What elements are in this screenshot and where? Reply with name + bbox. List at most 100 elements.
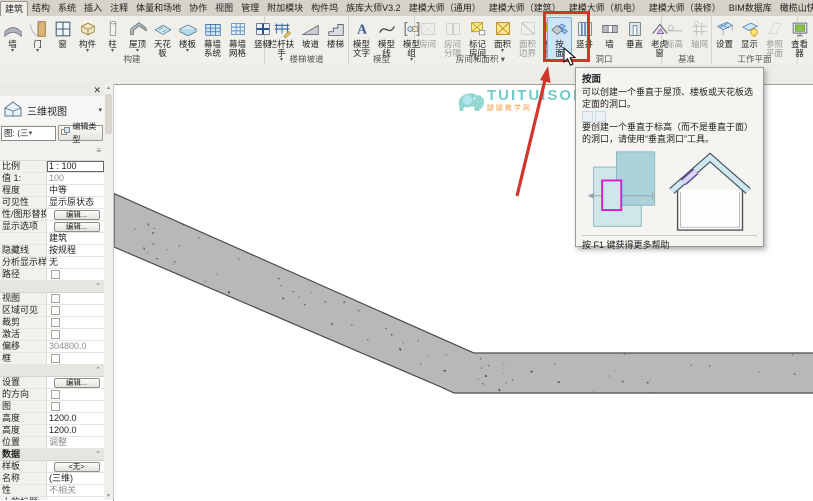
ribbon-tab[interactable]: 管理 — [237, 1, 263, 16]
checkbox[interactable] — [51, 306, 60, 315]
ribbon-tab[interactable]: 建模大师（通用） — [405, 1, 485, 16]
ribbon: 墙 ▾ 门 ▾ 窗构件 ▾ 柱 ▾ 屋顶 ▾ 天花板 楼板 ▾ 幕墙 系统 幕墙 网格 竖梃 构建 栏杆扶手 ▾ 坡道… — [0, 16, 813, 64]
ribbon-tab[interactable]: 视图 — [211, 1, 237, 16]
ribbon-button-window[interactable]: 窗 — [50, 17, 75, 51]
ribbon-group-label-workplane: 工作平面 — [737, 54, 772, 64]
ribbon-tab[interactable]: 构件坞 — [307, 1, 342, 16]
property-section-header[interactable]: ⌃ — [0, 365, 104, 377]
ribbon-button-wall[interactable]: 墙 ▾ — [0, 17, 25, 56]
ribbon-button-label: 设置 — [715, 39, 733, 49]
property-value[interactable]: 编辑... — [47, 221, 104, 232]
checkbox[interactable] — [51, 354, 60, 363]
ribbon-tab[interactable]: 建筑 — [0, 1, 29, 16]
close-icon[interactable]: ✕ — [93, 84, 101, 96]
ribbon-button-grid[interactable]: 轴网 — [687, 17, 712, 51]
checkbox[interactable] — [51, 294, 60, 303]
checkbox[interactable] — [51, 330, 60, 339]
property-value[interactable]: 1 : 100 — [47, 161, 104, 172]
ribbon-button-workplane-set[interactable]: 设置 — [712, 17, 737, 51]
ribbon-tab[interactable]: 结构 — [28, 1, 54, 16]
ribbon-button-label: 垂直 — [625, 39, 643, 49]
ribbon-tab[interactable]: 橄榄山快模-免费版 — [776, 1, 813, 16]
ribbon-tab[interactable]: 插入 — [80, 1, 106, 16]
property-label: 样板 — [0, 461, 47, 472]
ribbon-tab[interactable]: 体量和场地 — [132, 1, 185, 16]
curtain-system-icon — [203, 19, 223, 39]
scroll-down-icon[interactable]: ▼ — [104, 492, 113, 500]
ribbon-tab[interactable]: 附加模块 — [263, 1, 307, 16]
property-label: 视图 — [0, 293, 47, 304]
ribbon-tab[interactable]: 注释 — [106, 1, 132, 16]
property-edit-button[interactable]: 编辑... — [53, 378, 100, 388]
ribbon-button-wall-opening[interactable]: 墙 — [597, 17, 622, 51]
ribbon-tab-bar: 建筑 结构 系统 插入 注释 体量和场地 协作 视图 管理 附加模块 构件坞 族库大师V3.2 建模大师… — [0, 0, 813, 16]
ribbon-button-roof[interactable]: 屋顶 ▾ — [125, 17, 150, 56]
property-value[interactable] — [47, 401, 104, 412]
collapse-icon[interactable]: ⌃ — [95, 281, 104, 292]
ribbon-button-vertical-opening[interactable]: 垂直 — [622, 17, 647, 51]
property-edit-button[interactable]: <无> — [53, 462, 100, 472]
ribbon-tab[interactable]: 建模大师（装修） — [645, 1, 725, 16]
type-selector[interactable]: 图: (三维) ▾ — [1, 125, 57, 141]
property-label: 性/图形替换 — [2, 209, 47, 220]
ribbon-button-ramp[interactable]: 坡道 — [298, 17, 323, 51]
property-label: 分析显示样式 — [2, 257, 47, 268]
property-value: 100 — [47, 173, 104, 184]
chevron-down-icon[interactable]: ▾ — [98, 106, 102, 114]
scrollbar-thumb[interactable] — [105, 94, 112, 134]
ribbon-tab[interactable]: 系统 — [54, 1, 80, 16]
ribbon-button-level[interactable]: 标高 — [662, 17, 687, 51]
ribbon-tab[interactable]: 族库大师V3.2 — [342, 1, 405, 16]
ribbon-button-workplane-show[interactable]: 显示 — [737, 17, 762, 51]
ribbon-group-label-model: 模型 — [372, 54, 390, 64]
property-row: 激活 — [0, 329, 104, 341]
property-section-header[interactable]: 数据 ⌃ — [0, 449, 104, 461]
property-value[interactable] — [47, 329, 104, 340]
property-value[interactable] — [47, 317, 104, 328]
chevron-down-icon: ▾ — [28, 129, 33, 137]
property-label: 比例 — [0, 161, 47, 172]
collapse-icon[interactable]: ⌃ — [95, 449, 104, 460]
property-section-header[interactable]: ⌃ — [0, 281, 104, 293]
property-row: 视图 — [0, 293, 104, 305]
property-value[interactable] — [47, 389, 104, 400]
property-edit-button[interactable]: 编辑... — [53, 222, 100, 232]
ribbon-button-component[interactable]: 构件 ▾ — [75, 17, 100, 56]
collapse-icon[interactable]: ⌃ — [95, 365, 104, 376]
property-value[interactable] — [47, 293, 104, 304]
property-edit-button[interactable]: 编辑... — [53, 210, 100, 220]
property-label: 的方向 — [0, 389, 47, 400]
property-row: 设置 编辑... — [0, 377, 104, 389]
checkbox[interactable] — [51, 318, 60, 327]
property-value[interactable] — [47, 353, 104, 364]
checkbox[interactable] — [51, 270, 60, 279]
ribbon-button-door[interactable]: 门 ▾ — [25, 17, 50, 56]
ribbon-button-area[interactable]: 面积 ▾ — [490, 17, 515, 56]
ceiling-icon — [153, 19, 173, 39]
checkbox[interactable] — [51, 390, 60, 399]
property-label: 区域可见 — [0, 305, 47, 316]
ribbon-tab[interactable]: BIM数据库 — [725, 1, 776, 16]
property-row: 建筑 — [0, 233, 104, 245]
area-boundary-icon — [518, 19, 538, 39]
ribbon-button-room[interactable]: 房间 — [415, 17, 440, 51]
edit-type-button[interactable]: 编辑类型 — [58, 122, 103, 144]
ribbon-buttons: 设置 显示 参照 平面 查看器 — [712, 16, 808, 58]
properties-filter-icon[interactable]: ≡ — [96, 146, 101, 155]
property-value[interactable]: 编辑... — [47, 209, 104, 220]
property-value[interactable]: 编辑... — [47, 377, 104, 388]
property-row: 偏移 304800.0 — [0, 341, 104, 353]
properties-scrollbar[interactable]: ▲ ▼ — [104, 84, 114, 500]
checkbox[interactable] — [51, 402, 60, 411]
ribbon-group-label-room-area[interactable]: 房间和面积 ▾ — [415, 54, 546, 64]
property-label — [0, 281, 46, 292]
property-row: 比例 1 : 100 — [0, 161, 104, 173]
ribbon-button-stairs[interactable]: 楼梯 — [323, 17, 348, 51]
scroll-up-icon[interactable]: ▲ — [104, 84, 113, 92]
property-value[interactable] — [47, 269, 104, 280]
ribbon-button-floor[interactable]: 楼板 ▾ — [175, 17, 200, 56]
ribbon-tab[interactable]: 协作 — [185, 1, 211, 16]
ribbon-button-column[interactable]: 柱 ▾ — [100, 17, 125, 56]
property-value[interactable]: <无> — [47, 461, 104, 472]
property-value[interactable] — [47, 305, 104, 316]
